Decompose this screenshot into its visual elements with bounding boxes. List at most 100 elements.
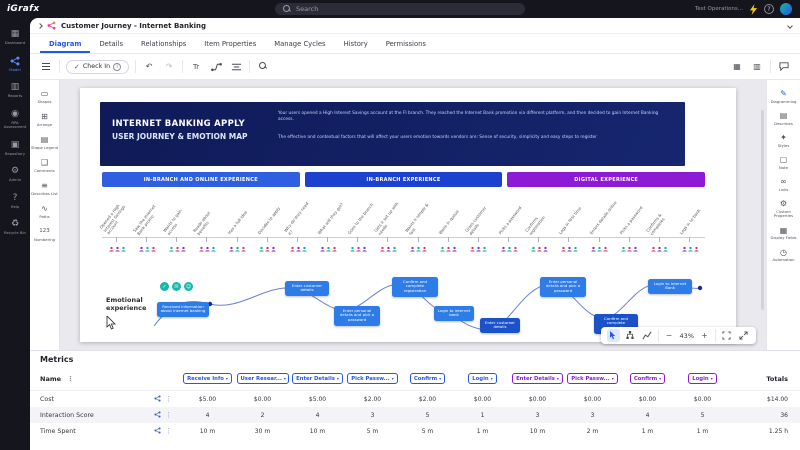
journey-step[interactable]: Picks a password (494, 190, 524, 272)
expand-panel-icon[interactable] (37, 23, 43, 29)
palette-item-paths[interactable]: ∿Paths (30, 204, 59, 219)
fullscreen-button[interactable] (737, 329, 750, 342)
metric-link-icon[interactable] (154, 395, 161, 404)
sidebar-item-reports[interactable]: ▥Reports (0, 79, 30, 102)
palette-item-links[interactable]: ∞Links (767, 177, 800, 192)
metrics-column-badge-enter-details[interactable]: Enter Details▾ (292, 373, 343, 384)
text-tool-button[interactable]: Tr (189, 59, 203, 74)
tab-diagram[interactable]: Diagram (40, 36, 90, 53)
sidebar-item-admin[interactable]: ⚙Admin (0, 163, 30, 186)
panel-layout-icon[interactable]: ▥ (750, 59, 764, 74)
help-icon[interactable]: ? (764, 4, 774, 14)
palette-item-arrange[interactable]: ⊞Arrange (30, 112, 59, 127)
journey-step[interactable]: Goes to the branch (343, 190, 373, 272)
select-mode-button[interactable] (607, 329, 620, 342)
fit-to-screen-button[interactable] (720, 329, 733, 342)
journey-step[interactable]: Wants it simple & fast (404, 190, 434, 272)
metrics-column-badge-login[interactable]: Login▾ (468, 373, 496, 384)
global-search-input[interactable]: Search (275, 3, 525, 15)
metrics-column-badge-pick-passw[interactable]: Pick Passw...▾ (347, 373, 397, 384)
journey-step[interactable]: Wants to gain access (162, 190, 192, 272)
journey-step[interactable]: Gives customer details (464, 190, 494, 272)
palette-item-numbering[interactable]: 123Numbering (30, 227, 59, 242)
metric-link-icon[interactable] (154, 427, 161, 436)
emotion-box[interactable]: Enter personal details and pick a passwo… (540, 277, 586, 297)
journey-step[interactable]: Confirms & completes (645, 190, 675, 272)
phase-in-branch-and-online-experience[interactable]: IN-BRANCH AND ONLINE EXPERIENCE (102, 172, 300, 187)
kebab-menu-icon[interactable]: ⋮ (67, 375, 74, 383)
palette-item-styles[interactable]: ✦Styles (767, 133, 800, 148)
phase-digital-experience[interactable]: DIGITAL EXPERIENCE (507, 172, 705, 187)
palette-item-automation[interactable]: ◷Automation (767, 248, 800, 263)
lightning-icon[interactable] (749, 4, 758, 15)
emotion-box[interactable]: Enter customer details (285, 281, 329, 296)
emotion-box[interactable]: Enter personal details and pick a passwo… (334, 306, 380, 326)
emotion-node[interactable] (698, 286, 702, 290)
palette-item-shapes[interactable]: ▭Shapes (30, 89, 59, 104)
palette-item-note[interactable]: ▢Note (767, 155, 800, 170)
redo-button[interactable]: ↷ (162, 59, 176, 74)
sidebar-item-repository[interactable]: ▣Repository (0, 137, 30, 160)
kebab-menu-icon[interactable]: ⋮ (165, 427, 172, 435)
tab-manage-cycles[interactable]: Manage Cycles (265, 36, 334, 53)
grid-view-icon[interactable]: ▦ (730, 59, 744, 74)
emotion-box[interactable]: Login to internet bank (434, 306, 474, 321)
palette-item-comments[interactable]: ❑Comments (30, 158, 59, 173)
journey-step[interactable]: Opened a High Interest Savings account (102, 190, 132, 272)
journey-step[interactable]: Enters details online (585, 190, 615, 272)
diagram-canvas[interactable]: INTERNET BANKING APPLY USER JOURNEY & EM… (60, 80, 766, 350)
palette-item-describes-list[interactable]: ≡Describes List (30, 181, 59, 196)
user-avatar[interactable] (780, 3, 792, 15)
metrics-column-badge-user-resear[interactable]: User Resear...▾ (237, 373, 289, 384)
phase-in-branch-experience[interactable]: IN-BRANCH EXPERIENCE (305, 172, 503, 187)
tab-item-properties[interactable]: Item Properties (195, 36, 265, 53)
journey-step[interactable]: Why do they need it? (283, 190, 313, 272)
emotion-box[interactable]: Confirm and complete registration (392, 277, 438, 297)
journey-step[interactable]: Gets it set up with needs (373, 190, 403, 272)
find-tool-button[interactable] (256, 59, 270, 74)
tab-permissions[interactable]: Permissions (377, 36, 435, 53)
metrics-column-badge-login[interactable]: Login▾ (688, 373, 716, 384)
sidebar-item-recycle-bin[interactable]: ♻Recycle Bin (0, 216, 30, 239)
journey-step[interactable]: Confirms registration (524, 190, 554, 272)
metrics-column-badge-enter-details[interactable]: Enter Details▾ (512, 373, 563, 384)
palette-item-shape-legend[interactable]: ▤Shape Legend (30, 135, 59, 150)
journey-step[interactable]: Decides to apply (253, 190, 283, 272)
kebab-menu-icon[interactable]: ⋮ (165, 411, 172, 419)
sidebar-item-rpa-assessment[interactable]: ◉RPA Assessment (0, 106, 30, 133)
tab-history[interactable]: History (335, 36, 377, 53)
kebab-menu-icon[interactable]: ⋮ (165, 395, 172, 403)
tab-details[interactable]: Details (90, 36, 132, 53)
metrics-column-badge-confirm[interactable]: Confirm▾ (410, 373, 445, 384)
undo-button[interactable]: ↶ (142, 59, 156, 74)
emotion-box[interactable]: Login to Internet Bank (648, 279, 692, 294)
metrics-column-badge-receive-info[interactable]: Receive Info▾ (183, 373, 232, 384)
journey-step[interactable]: Waits in queue (434, 190, 464, 272)
sidebar-item-help[interactable]: ?Help (0, 190, 30, 213)
comment-icon[interactable] (777, 59, 791, 74)
journey-step[interactable]: Logs in to bank (675, 190, 705, 272)
journey-step[interactable]: Reads about benefits (192, 190, 222, 272)
emotion-box[interactable]: Enter customer details (480, 318, 520, 333)
emotion-box[interactable]: Received information about internet bank… (157, 302, 209, 317)
sidebar-item-dashboard[interactable]: ▦Dashboard (0, 26, 30, 49)
journey-step[interactable]: What will they get? (313, 190, 343, 272)
tab-relationships[interactable]: Relationships (132, 36, 195, 53)
zoom-out-button[interactable]: − (663, 329, 676, 342)
metric-link-icon[interactable] (154, 411, 161, 420)
zoom-level[interactable]: 43% (680, 332, 694, 340)
chart-view-button[interactable] (641, 329, 654, 342)
connector-tool-icon[interactable] (209, 59, 223, 74)
metrics-column-badge-confirm[interactable]: Confirm▾ (630, 373, 665, 384)
collapse-titlebar-icon[interactable] (787, 23, 793, 29)
journey-step[interactable]: Picks a password (615, 190, 645, 272)
zoom-in-button[interactable]: + (698, 329, 711, 342)
journey-step[interactable]: Saw the Internet Bank promo (132, 190, 162, 272)
menu-icon[interactable] (39, 59, 53, 74)
palette-item-display-fields[interactable]: ▦Display Fields (767, 226, 800, 241)
journey-step[interactable]: Has a full idea (223, 190, 253, 272)
palette-item-custom-properties[interactable]: ⚙Custom Properties (767, 199, 800, 219)
journey-step[interactable]: Logs in first time (554, 190, 584, 272)
palette-item-diagramming[interactable]: ✎Diagramming (767, 89, 800, 104)
palette-item-describes[interactable]: ▤Describes (767, 111, 800, 126)
